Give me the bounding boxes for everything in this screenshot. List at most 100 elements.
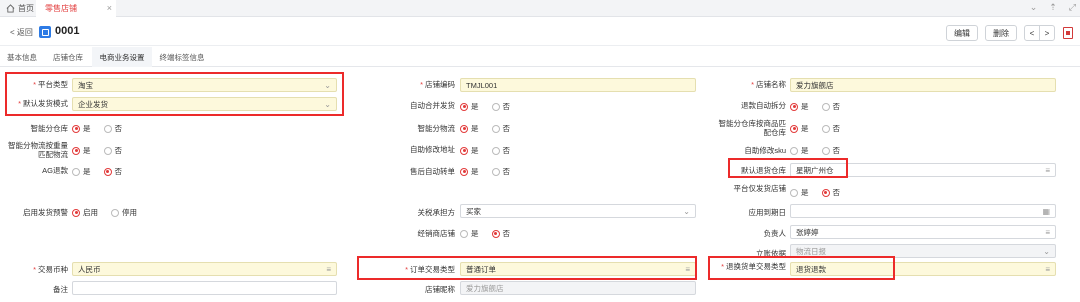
radio-yes[interactable]: 是 [790,145,809,156]
owner-value: 张婷婷 [796,227,819,237]
currency-label: * 交易币种 [33,265,68,274]
shop-name-label: * 店铺名称 [751,80,786,89]
distributor-shop-label: 经销商店铺 [417,229,456,238]
upload-icon[interactable]: ⇡ [1049,2,1057,13]
aftersale-auto-radio: 是 否 [460,166,519,177]
owner-input[interactable]: 张婷婷 ≡ [790,225,1056,239]
edit-button[interactable]: 编辑 [946,25,978,41]
radio-yes[interactable]: 是 [460,166,479,177]
radio-no[interactable]: 否 [821,101,840,112]
chevron-down-icon: ⌄ [1043,247,1050,256]
close-icon[interactable]: × [107,3,112,13]
owner-label: 负责人 [763,229,787,238]
radio-no[interactable]: 否 [491,228,510,239]
radio-enable[interactable]: 启用 [72,207,98,218]
delete-button[interactable]: 删除 [985,25,1017,41]
radio-no[interactable]: 否 [491,123,510,134]
tab-basic-info[interactable]: 基本信息 [0,47,44,67]
ship-warning-label: 启用发货预警 [23,208,68,217]
shop-nick-label: 店铺昵称 [425,285,455,294]
radio-no[interactable]: 否 [821,123,840,134]
highlight-box [357,256,697,280]
remark-label: 备注 [53,285,68,294]
radio-yes[interactable]: 是 [790,101,809,112]
tab-retail-shop-label: 零售店铺 [45,4,77,13]
radio-no[interactable]: 否 [491,166,510,177]
tab-terminal-labels[interactable]: 终端标签信息 [152,47,212,67]
radio-no[interactable]: 否 [103,123,122,134]
window-controls: ⌄ ⇡ ⤢ [1030,2,1076,13]
auto-modify-addr-label: 自助修改地址 [410,145,455,154]
smart-split-combo-label: 智能分物流按重量匹配物流 [8,141,68,159]
list-icon: ≡ [326,265,331,274]
list-icon: ≡ [1045,166,1050,175]
currency-input[interactable]: 人民币 ≡ [72,262,337,276]
radio-yes[interactable]: 是 [790,123,809,134]
radio-no[interactable]: 否 [821,187,840,198]
platform-ship-only-radio: 是 否 [790,187,849,198]
radio-no[interactable]: 否 [821,145,840,156]
radio-no[interactable]: 否 [103,166,122,177]
smart-logistics-radio: 是 否 [460,123,519,134]
smart-split-product-label: 智能分仓库按商品匹配仓库 [718,119,787,137]
radio-yes[interactable]: 是 [72,145,91,156]
smart-split-warehouse-label: 智能分仓库 [30,124,69,133]
auto-modify-addr-radio: 是 否 [460,145,519,156]
shop-name-input[interactable]: 爱力旗舰店 [790,78,1056,92]
auto-merge-label: 自动合并发货 [410,101,455,110]
prev-button[interactable]: < [1024,25,1040,41]
home-tab[interactable]: 首页 [0,0,36,17]
radio-no[interactable]: 否 [491,145,510,156]
tab-retail-shop[interactable]: 零售店铺 × [36,0,116,17]
smart-logistics-label: 智能分物流 [417,124,456,133]
smart-split-product-radio: 是 否 [790,123,849,134]
radio-no[interactable]: 否 [491,101,510,112]
related-party-select[interactable]: 买家 ⌄ [460,204,696,218]
radio-yes[interactable]: 是 [72,123,91,134]
smart-split-warehouse-radio: 是 否 [72,123,131,134]
apply-date-label: 应用到期日 [748,208,787,217]
radio-yes[interactable]: 是 [72,166,91,177]
radio-yes[interactable]: 是 [460,101,479,112]
section-tabs: 基本信息 店铺仓库 电商业务设置 终端标签信息 [0,47,1080,67]
chevron-down-icon[interactable]: ⌄ [1030,2,1038,13]
fullscreen-icon[interactable]: ⤢ [1069,2,1076,13]
shop-code-input[interactable]: TMJL001 [460,78,696,92]
highlight-box [5,72,344,116]
currency-value: 人民币 [78,264,101,274]
radio-no[interactable]: 否 [103,145,122,156]
smart-split-combo-radio: 是 否 [72,145,131,156]
ship-warning-radio: 启用 停用 [72,207,146,218]
tab-ecommerce-settings[interactable]: 电商业务设置 [92,47,152,67]
next-button[interactable]: > [1039,25,1055,41]
refund-auto-split-radio: 是 否 [790,101,849,112]
chevron-down-icon: ⌄ [683,207,690,216]
radio-yes[interactable]: 是 [460,228,479,239]
back-button[interactable]: < 返回 [10,27,33,38]
ag-refund-radio: 是 否 [72,166,131,177]
highlight-box [708,256,895,280]
record-header: < 返回 0001 编辑 删除 < > [0,18,1080,46]
top-tab-bar: 首页 零售店铺 × ⌄ ⇡ ⤢ [0,0,1080,17]
radio-disable[interactable]: 停用 [111,207,137,218]
remark-input[interactable] [72,281,337,295]
list-icon: ≡ [1045,265,1050,274]
aftersale-auto-label: 售后自动转单 [410,167,455,176]
radio-yes[interactable]: 是 [460,145,479,156]
document-icon [39,26,51,38]
auto-modify-sku-label: 自助修改sku [744,146,786,155]
home-icon [6,4,15,13]
calendar-icon[interactable]: ▦ [1042,207,1050,216]
auto-merge-radio: 是 否 [460,101,519,112]
apply-date-input[interactable]: ▦ [790,204,1056,218]
pdf-icon[interactable] [1063,27,1073,39]
related-party-label: 关税承担方 [417,208,456,217]
radio-yes[interactable]: 是 [460,123,479,134]
shop-nick-input[interactable]: 爱力旗舰店 [460,281,696,295]
radio-yes[interactable]: 是 [790,187,809,198]
list-icon: ≡ [1045,228,1050,237]
account-source-value: 物流日报 [796,246,826,256]
tab-shop-warehouse[interactable]: 店铺仓库 [44,47,92,67]
refund-auto-split-label: 退款自动拆分 [741,101,786,110]
home-tab-label: 首页 [18,4,34,13]
